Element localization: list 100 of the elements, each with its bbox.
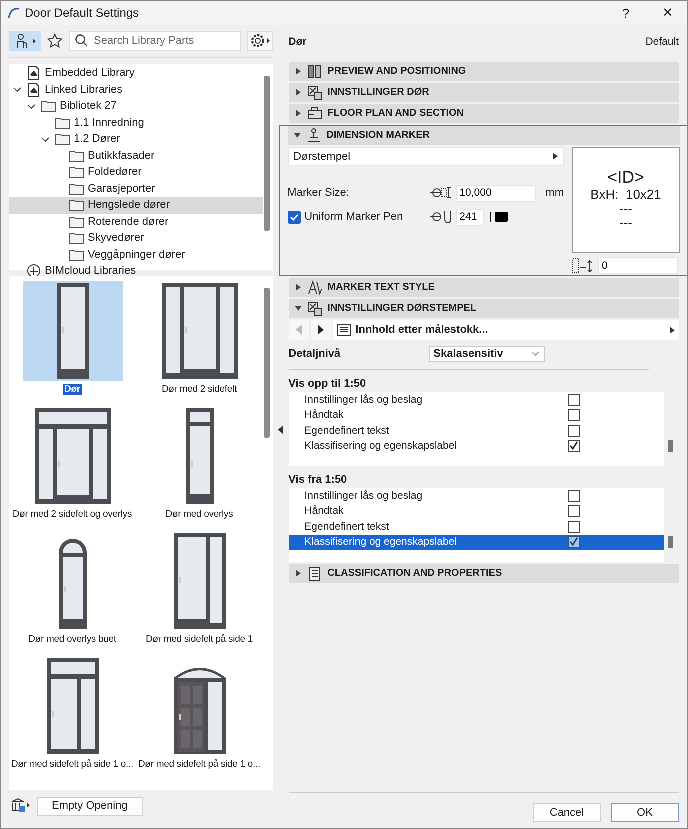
close-button[interactable]: × bbox=[649, 1, 687, 25]
tree-item[interactable]: Linked Libraries bbox=[9, 82, 263, 98]
detail-level-dropdown[interactable]: Skalasensitiv bbox=[428, 346, 545, 362]
option-checkbox[interactable] bbox=[568, 424, 580, 437]
tree-item[interactable]: Garasjeporter bbox=[9, 180, 263, 197]
tree-item[interactable]: Hengslede dører bbox=[9, 197, 263, 214]
left-arrow-icon bbox=[296, 325, 302, 335]
folder-icon bbox=[40, 98, 57, 114]
settings-icon bbox=[306, 300, 323, 316]
option-row[interactable]: Egendefinert tekst bbox=[288, 423, 664, 438]
chevron-icon bbox=[530, 351, 540, 357]
tree-item[interactable]: Embedded Library bbox=[9, 65, 263, 82]
view-menu-button[interactable] bbox=[9, 31, 41, 51]
preview-text: --- bbox=[620, 202, 632, 216]
tree-item[interactable]: 1.2 Dører bbox=[9, 131, 263, 148]
section-header[interactable]: INNSTILLINGER DØRSTEMPEL bbox=[288, 299, 679, 318]
option-checkbox[interactable] bbox=[568, 536, 580, 548]
collapsed-caret-icon bbox=[294, 110, 302, 117]
preview-text: <ID> bbox=[608, 168, 644, 188]
collapsed-caret-icon bbox=[294, 68, 302, 75]
option-row[interactable]: Håndtak bbox=[288, 504, 664, 519]
tree-item[interactable]: Veggåpninger dører bbox=[9, 246, 263, 263]
section-header[interactable]: CLASSIFICATION AND PROPERTIES bbox=[288, 564, 679, 583]
page-dropdown[interactable]: Innhold etter målestokk... bbox=[332, 320, 679, 340]
collapsed-caret-icon bbox=[294, 570, 302, 577]
collapse-arrow-icon[interactable] bbox=[276, 426, 283, 434]
chevron-icon[interactable] bbox=[41, 134, 50, 144]
marker-type-dropdown[interactable]: Dørstempel bbox=[288, 147, 564, 166]
offset-field[interactable]: 0 bbox=[598, 257, 678, 274]
section-header[interactable]: MARKER TEXT STYLE bbox=[288, 278, 679, 297]
library-icon bbox=[26, 82, 42, 98]
tree-item[interactable]: Skyvedører bbox=[9, 230, 263, 246]
element-name: Dør bbox=[288, 36, 307, 50]
option-checkbox[interactable] bbox=[568, 440, 580, 452]
door-label: Dør med sidefelt på side 1 o... bbox=[10, 759, 135, 770]
field-label: Marker Size: bbox=[288, 187, 350, 199]
collapsed-caret-icon bbox=[294, 89, 302, 96]
tree-item[interactable]: Roterende dører bbox=[9, 214, 263, 230]
preview-icon bbox=[306, 64, 323, 80]
option-row[interactable]: Håndtak bbox=[288, 408, 664, 423]
tree-item[interactable]: 1.1 Innredning bbox=[9, 114, 263, 131]
scrollbar[interactable] bbox=[668, 440, 673, 452]
section-header[interactable]: FLOOR PLAN AND SECTION bbox=[288, 104, 679, 123]
option-row[interactable]: Innstillinger lås og beslag bbox=[288, 488, 664, 504]
textstyle-icon bbox=[306, 280, 323, 296]
search-icon bbox=[75, 34, 88, 47]
option-row[interactable]: Egendefinert tekst bbox=[288, 519, 664, 534]
folder-icon bbox=[68, 197, 85, 214]
door-label: Dør med overlys bbox=[164, 509, 234, 520]
section-header[interactable]: DIMENSION MARKER bbox=[288, 126, 680, 145]
option-checkbox[interactable] bbox=[568, 505, 580, 518]
door-thumbnail[interactable]: Dør med 2 sidefelt og overlys bbox=[9, 406, 136, 531]
option-row[interactable]: Innstillinger lås og beslag bbox=[288, 392, 664, 408]
door-thumbnail[interactable]: Dør med sidefelt på side 1 bbox=[136, 531, 263, 656]
tree-item[interactable]: Butikkfasader bbox=[9, 148, 263, 164]
preview-text: --- bbox=[620, 216, 632, 230]
help-button[interactable]: ? bbox=[607, 1, 645, 25]
unit-label: mm bbox=[546, 187, 564, 199]
door-thumbnail[interactable]: Dør med 2 sidefelt bbox=[136, 281, 263, 406]
ok-button[interactable]: OK bbox=[611, 803, 679, 822]
option-checkbox[interactable] bbox=[568, 520, 580, 533]
section-header[interactable]: PREVIEW AND POSITIONING bbox=[288, 62, 679, 81]
scrollbar[interactable] bbox=[264, 76, 270, 231]
preview-text: BxH: 10x21 bbox=[590, 188, 662, 202]
option-row[interactable]: Klassifisering og egenskapslabel bbox=[288, 534, 664, 550]
marker-size-field[interactable]: 10,000 bbox=[456, 184, 536, 202]
folder-icon bbox=[68, 230, 85, 246]
door-thumbnail[interactable]: Dør med overlys bbox=[136, 406, 263, 531]
tree-item[interactable]: Foldedører bbox=[9, 164, 263, 180]
door-thumbnail[interactable]: Dør med overlys buet bbox=[9, 531, 136, 656]
scrollbar[interactable] bbox=[264, 288, 270, 438]
star-icon[interactable] bbox=[47, 33, 63, 49]
option-checkbox[interactable] bbox=[568, 409, 580, 422]
door-label: Dør bbox=[62, 384, 82, 395]
next-page-button[interactable] bbox=[310, 320, 331, 340]
tree-item[interactable]: Bibliotek 27 bbox=[9, 98, 263, 114]
checkbox[interactable] bbox=[288, 210, 301, 224]
floorplan-icon bbox=[306, 106, 323, 122]
door-thumbnail[interactable]: Dør med sidefelt på side 1 o... bbox=[9, 656, 136, 781]
option-row[interactable]: Klassifisering og egenskapslabel bbox=[288, 438, 664, 454]
classification-icon bbox=[306, 566, 323, 582]
pen-color-swatch-icon[interactable] bbox=[488, 210, 510, 224]
scrollbar[interactable] bbox=[668, 536, 673, 548]
empty-opening-button[interactable]: Empty Opening bbox=[37, 796, 143, 816]
door-thumbnail[interactable]: Dør med sidefelt på side 1 o... bbox=[136, 656, 263, 781]
cancel-button[interactable]: Cancel bbox=[533, 803, 601, 822]
group-heading: Vis opp til 1:50 bbox=[288, 378, 368, 392]
caret-icon bbox=[670, 326, 675, 334]
option-checkbox[interactable] bbox=[568, 490, 580, 502]
settings-button[interactable] bbox=[247, 31, 273, 51]
arc-icon bbox=[7, 6, 21, 20]
pen-number-field[interactable]: 241 bbox=[456, 208, 484, 226]
marker-icon bbox=[306, 128, 322, 144]
offset-icon bbox=[572, 258, 594, 274]
door-label: Dør med 2 sidefelt bbox=[161, 384, 238, 395]
section-header[interactable]: INNSTILLINGER DØR bbox=[288, 83, 679, 102]
caret-icon bbox=[553, 153, 558, 160]
search-field[interactable]: Search Library Parts bbox=[69, 31, 241, 51]
option-checkbox[interactable] bbox=[568, 394, 580, 406]
right-arrow-icon bbox=[318, 325, 324, 335]
